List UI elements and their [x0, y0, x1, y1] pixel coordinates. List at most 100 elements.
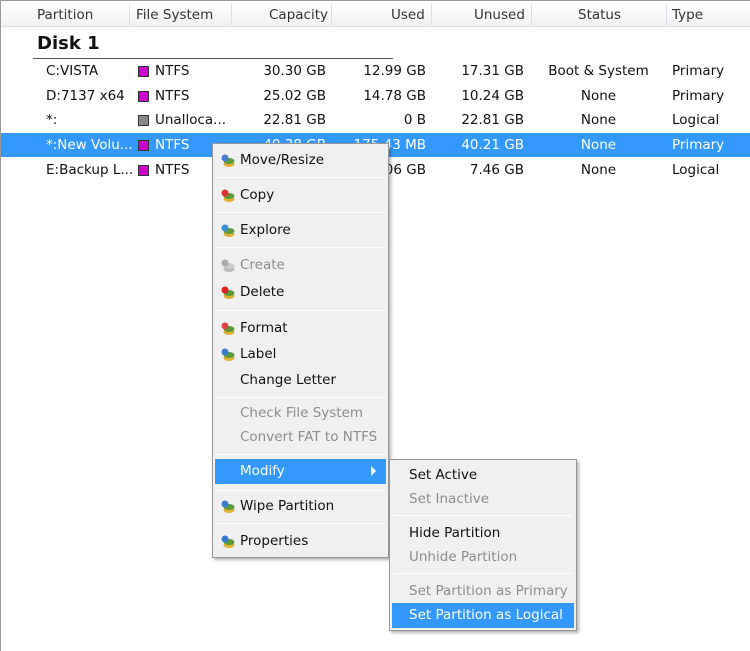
menu-item-change-letter[interactable]: Change Letter	[215, 368, 386, 393]
file-system: NTFS	[155, 162, 190, 178]
fs-color-swatch	[138, 91, 149, 102]
status: Boot & System	[548, 63, 649, 79]
menu-item-label: Delete	[240, 284, 285, 300]
menu-item-label: Set Partition as Logical	[409, 607, 563, 623]
menu-item-label: Convert FAT to NTFS	[240, 429, 378, 445]
partition-name: *:New Volu...	[46, 137, 133, 153]
copy-icon	[221, 189, 235, 202]
menu-item-label: Move/Resize	[240, 152, 325, 168]
menu-item-label: Change Letter	[240, 372, 337, 388]
status: None	[580, 112, 617, 128]
menu-item-create: Create	[215, 253, 386, 278]
submenu-item-hide-partition[interactable]: Hide Partition	[392, 521, 574, 546]
format-icon	[221, 322, 235, 335]
file-system: NTFS	[155, 63, 190, 79]
submenu-item-set-partition-as-logical[interactable]: Set Partition as Logical	[392, 603, 574, 628]
menu-separator	[216, 177, 385, 178]
menu-separator	[216, 490, 385, 491]
menu-separator	[216, 397, 385, 398]
status: None	[580, 162, 617, 178]
menu-item-label: Check File System	[240, 405, 364, 421]
modify-submenu: Set Active Set Inactive Hide Partition Unhi…	[389, 459, 577, 631]
column-header: Partition File System Capacity Used Unus…	[1, 2, 750, 27]
context-menu: Move/Resize Copy Explore Create Delete Format…	[212, 143, 389, 558]
submenu-arrow-icon	[371, 466, 376, 476]
menu-item-label: Format	[240, 320, 288, 336]
menu-item-label: Create	[240, 257, 285, 273]
menu-item-label: Hide Partition	[409, 525, 501, 541]
menu-item-label: Label	[240, 346, 277, 362]
wipe-icon	[221, 500, 235, 513]
menu-item-label[interactable]: Label	[215, 342, 386, 367]
menu-separator	[393, 515, 573, 516]
menu-separator	[216, 247, 385, 248]
menu-item-label: Wipe Partition	[240, 498, 335, 514]
col-file-system[interactable]: File System	[136, 7, 213, 23]
menu-item-modify[interactable]: Modify	[215, 459, 386, 484]
used: 14.78 GB	[363, 88, 426, 104]
menu-separator	[216, 523, 385, 524]
menu-item-wipe-partition[interactable]: Wipe Partition	[215, 494, 386, 519]
move-resize-icon	[221, 154, 235, 167]
used: 0 B	[403, 112, 426, 128]
file-system: Unalloca...	[155, 112, 227, 128]
status: None	[580, 88, 617, 104]
used: 12.99 GB	[363, 63, 426, 79]
fs-color-swatch	[138, 66, 149, 77]
type: Logical	[672, 162, 720, 178]
file-system: NTFS	[155, 88, 190, 104]
col-unused[interactable]: Unused	[474, 7, 525, 23]
col-partition[interactable]: Partition	[37, 7, 93, 23]
disk-label: Disk 1	[37, 33, 100, 54]
type: Logical	[672, 112, 720, 128]
submenu-item-set-inactive: Set Inactive	[392, 487, 574, 512]
file-system: NTFS	[155, 137, 190, 153]
type: Primary	[672, 88, 725, 104]
fs-color-swatch	[138, 115, 149, 126]
menu-item-label: Explore	[240, 222, 291, 238]
partition-name: E:Backup L...	[46, 162, 134, 178]
menu-item-format[interactable]: Format	[215, 316, 386, 341]
col-status[interactable]: Status	[578, 7, 621, 23]
menu-item-check-file-system: Check File System	[215, 401, 386, 426]
submenu-item-set-active[interactable]: Set Active	[392, 463, 574, 488]
table-row[interactable]: D:7137 x64 NTFS 25.02 GB 14.78 GB 10.24 …	[1, 84, 750, 108]
menu-item-move-resize[interactable]: Move/Resize	[215, 148, 386, 173]
capacity: 30.30 GB	[263, 63, 326, 79]
properties-icon	[221, 535, 235, 548]
menu-item-copy[interactable]: Copy	[215, 183, 386, 208]
menu-separator	[393, 573, 573, 574]
label-icon	[221, 348, 235, 361]
capacity: 25.02 GB	[263, 88, 326, 104]
menu-item-delete[interactable]: Delete	[215, 280, 386, 305]
menu-item-label: Copy	[240, 187, 275, 203]
submenu-item-set-partition-as-primary: Set Partition as Primary	[392, 579, 574, 604]
submenu-item-unhide-partition: Unhide Partition	[392, 545, 574, 570]
col-type[interactable]: Type	[672, 7, 703, 23]
menu-item-explore[interactable]: Explore	[215, 218, 386, 243]
fs-color-swatch	[138, 165, 149, 176]
explore-icon	[221, 224, 235, 237]
table-row[interactable]: C:VISTA NTFS 30.30 GB 12.99 GB 17.31 GB …	[1, 59, 750, 83]
type: Primary	[672, 137, 725, 153]
partition-name: D:7137 x64	[46, 88, 125, 104]
fs-color-swatch	[138, 140, 149, 151]
menu-separator	[216, 454, 385, 455]
capacity: 22.81 GB	[263, 112, 326, 128]
menu-item-label: Properties	[240, 533, 309, 549]
menu-item-label: Set Partition as Primary	[409, 583, 568, 599]
col-used[interactable]: Used	[391, 7, 425, 23]
menu-item-convert-fat-to-ntfs: Convert FAT to NTFS	[215, 425, 386, 450]
menu-item-label: Set Active	[409, 467, 478, 483]
menu-item-properties[interactable]: Properties	[215, 529, 386, 554]
menu-separator	[216, 212, 385, 213]
table-row[interactable]: *: Unalloca... 22.81 GB 0 B 22.81 GB Non…	[1, 108, 750, 132]
partition-name: *:	[46, 112, 58, 128]
partition-name: C:VISTA	[46, 63, 99, 79]
used: 06 GB	[384, 162, 426, 178]
status: None	[580, 137, 617, 153]
delete-icon	[221, 286, 235, 299]
create-icon	[221, 259, 235, 272]
menu-item-label: Modify	[240, 463, 285, 479]
col-capacity[interactable]: Capacity	[269, 7, 328, 23]
